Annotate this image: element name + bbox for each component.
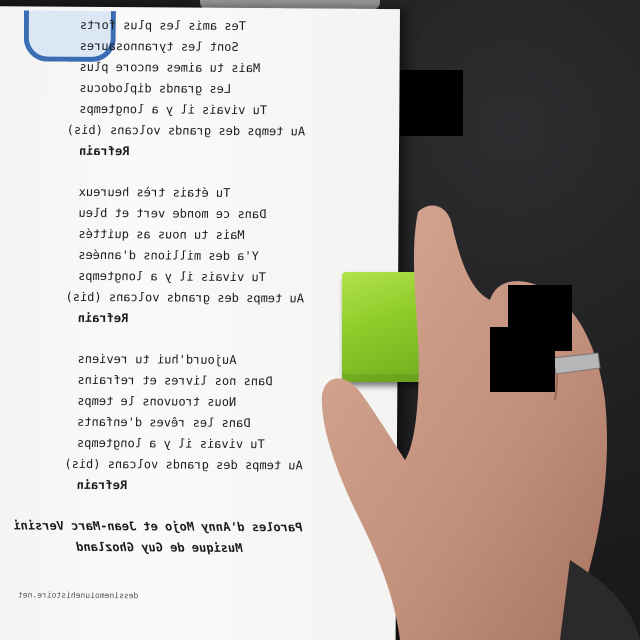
- redaction-block: [400, 70, 463, 136]
- sleeve: [560, 560, 640, 640]
- photo-scene: Tes amis les plus forts Sont les tyrannos…: [0, 0, 640, 640]
- redaction-block: [490, 327, 555, 392]
- hand-shape: [321, 205, 608, 640]
